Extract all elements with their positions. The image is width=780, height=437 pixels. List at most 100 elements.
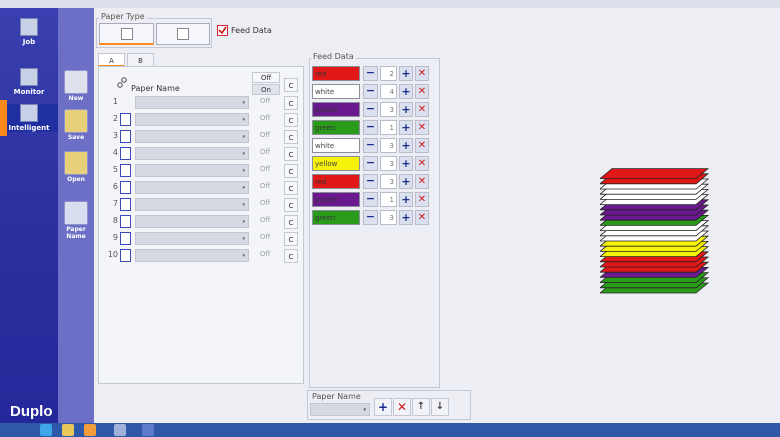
delete-row-button[interactable]: ✕ (415, 84, 429, 99)
nav-monitor[interactable]: Monitor (0, 68, 58, 96)
increment-button[interactable]: + (399, 192, 413, 207)
clear-all-button[interactable]: C (284, 78, 298, 92)
delete-row-button[interactable]: ✕ (415, 102, 429, 117)
decrement-button[interactable]: − (363, 138, 378, 153)
decrement-button[interactable]: − (363, 192, 378, 207)
paper-row-clear-button[interactable]: C (284, 164, 298, 178)
paper-row-clear-button[interactable]: C (284, 249, 298, 263)
paper-row-dropdown[interactable]: ▾ (135, 232, 249, 245)
chevron-down-icon: ▾ (242, 253, 245, 259)
job-icon (20, 18, 38, 36)
all-on-button[interactable]: On (252, 84, 280, 95)
feed-row-count[interactable]: 3 (380, 156, 397, 171)
add-button[interactable]: + (374, 398, 392, 416)
feed-row-count[interactable]: 3 (380, 102, 397, 117)
paper-row-clear-button[interactable]: C (284, 113, 298, 127)
paper-row-clear-button[interactable]: C (284, 198, 298, 212)
delete-row-button[interactable]: ✕ (415, 120, 429, 135)
paper-row-dropdown[interactable]: ▾ (135, 130, 249, 143)
plus-icon: + (401, 157, 411, 170)
feed-data-title: Feed Data (311, 52, 356, 61)
paper-row-dropdown[interactable]: ▾ (135, 215, 249, 228)
decrement-button[interactable]: − (363, 66, 378, 81)
increment-button[interactable]: + (399, 156, 413, 171)
paper-row-checkbox[interactable] (120, 181, 131, 194)
paper-row-dropdown[interactable]: ▾ (135, 96, 249, 109)
paper-row-clear-button[interactable]: C (284, 181, 298, 195)
paper-row-checkbox[interactable] (120, 147, 131, 160)
feed-row-count[interactable]: 3 (380, 174, 397, 189)
paper-row-dropdown[interactable]: ▾ (135, 181, 249, 194)
feed-row-count[interactable]: 1 (380, 192, 397, 207)
paper-row: 9 ▾ Off C (100, 232, 300, 246)
app-icon[interactable] (84, 424, 96, 436)
increment-button[interactable]: + (399, 174, 413, 189)
plus-icon: + (401, 85, 411, 98)
move-up-button[interactable]: ↑ (412, 398, 430, 416)
feed-row-count[interactable]: 4 (380, 84, 397, 99)
paper-name-button[interactable]: Paper Name (62, 201, 90, 240)
open-button[interactable]: Open (62, 151, 90, 183)
paper-row-dropdown[interactable]: ▾ (135, 198, 249, 211)
paper-row-clear-button[interactable]: C (284, 130, 298, 144)
paper-row-clear-button[interactable]: C (284, 147, 298, 161)
decrement-button[interactable]: − (363, 174, 378, 189)
remove-button[interactable]: ✕ (393, 398, 411, 416)
increment-button[interactable]: + (399, 210, 413, 225)
increment-button[interactable]: + (399, 66, 413, 81)
feed-row-count[interactable]: 3 (380, 210, 397, 225)
save-button[interactable]: Save (62, 109, 90, 141)
feed-row-color: white (312, 84, 360, 99)
folder-icon[interactable] (62, 424, 74, 436)
paper-row-checkbox[interactable] (120, 215, 131, 228)
delete-row-button[interactable]: ✕ (415, 138, 429, 153)
paper-name-dropdown[interactable]: ▾ (310, 403, 370, 416)
delete-row-button[interactable]: ✕ (415, 156, 429, 171)
paper-row-checkbox[interactable] (120, 130, 131, 143)
decrement-button[interactable]: − (363, 210, 378, 225)
feed-row-count[interactable]: 3 (380, 138, 397, 153)
paper-row-checkbox[interactable] (120, 164, 131, 177)
all-off-button[interactable]: Off (252, 72, 280, 83)
browser-icon[interactable] (40, 424, 52, 436)
paper-row-checkbox[interactable] (120, 113, 131, 126)
decrement-button[interactable]: − (363, 156, 378, 171)
new-button[interactable]: New (62, 70, 90, 102)
paper-row-checkbox[interactable] (120, 249, 131, 262)
paper-row-dropdown[interactable]: ▾ (135, 113, 249, 126)
paper-row-checkbox[interactable] (120, 198, 131, 211)
decrement-button[interactable]: − (363, 120, 378, 135)
delete-row-button[interactable]: ✕ (415, 174, 429, 189)
decrement-button[interactable]: − (363, 84, 378, 99)
active-app-icon[interactable] (142, 424, 154, 436)
move-down-button[interactable]: ↓ (431, 398, 449, 416)
nav-job[interactable]: Job (0, 18, 58, 46)
feed-data-checkbox[interactable] (217, 25, 228, 36)
increment-button[interactable]: + (399, 84, 413, 99)
close-icon: ✕ (417, 104, 427, 115)
paper-row-number: 1 (112, 97, 118, 106)
paper-row-checkbox[interactable] (120, 232, 131, 245)
nav-intelligent[interactable]: Intelligent (0, 100, 58, 136)
feed-row-count[interactable]: 2 (380, 66, 397, 81)
tab-a[interactable]: A (98, 53, 125, 67)
increment-button[interactable]: + (399, 120, 413, 135)
delete-row-button[interactable]: ✕ (415, 210, 429, 225)
paper-row-dropdown[interactable]: ▾ (135, 164, 249, 177)
increment-button[interactable]: + (399, 138, 413, 153)
delete-row-button[interactable]: ✕ (415, 66, 429, 81)
paper-type-single[interactable] (99, 23, 154, 45)
paper-row-clear-button[interactable]: C (284, 215, 298, 229)
delete-row-button[interactable]: ✕ (415, 192, 429, 207)
window-icon[interactable] (114, 424, 126, 436)
paper-row-clear-button[interactable]: C (284, 232, 298, 246)
increment-button[interactable]: + (399, 102, 413, 117)
paper-stack-visualization (600, 168, 710, 294)
paper-row-dropdown[interactable]: ▾ (135, 147, 249, 160)
paper-type-double[interactable] (156, 23, 210, 45)
tab-b[interactable]: B (127, 53, 154, 67)
paper-row-clear-button[interactable]: C (284, 96, 298, 110)
feed-row-count[interactable]: 1 (380, 120, 397, 135)
paper-row-dropdown[interactable]: ▾ (135, 249, 249, 262)
decrement-button[interactable]: − (363, 102, 378, 117)
